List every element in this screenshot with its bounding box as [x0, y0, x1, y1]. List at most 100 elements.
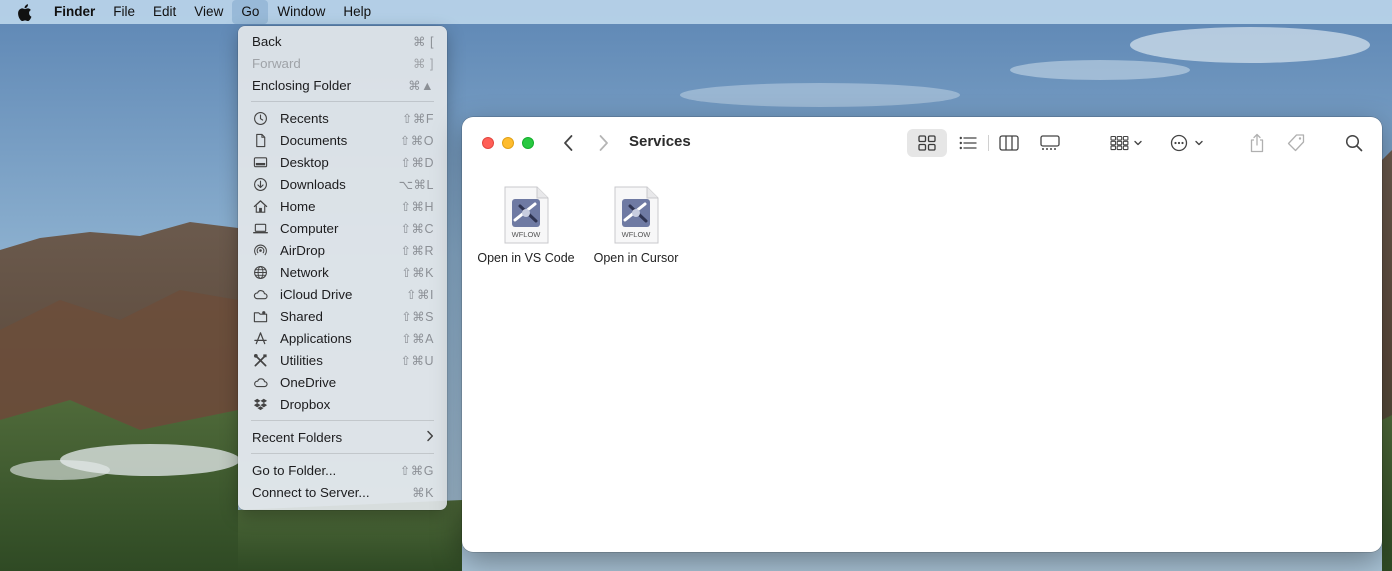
menu-item-label: iCloud Drive	[280, 286, 353, 302]
menu-item-label: Network	[280, 264, 329, 280]
menu-item-utilities[interactable]: Utilities ⇧⌘U	[238, 349, 447, 371]
menu-item-recent-folders[interactable]: Recent Folders	[238, 426, 447, 448]
menu-item-enclosing-folder[interactable]: Enclosing Folder ⌘▲	[238, 74, 447, 96]
apple-menu-icon[interactable]	[17, 0, 37, 24]
workflow-file-icon: WFLOW	[503, 186, 549, 244]
menu-item-label: Dropbox	[280, 396, 331, 412]
menu-help[interactable]: Help	[334, 0, 380, 24]
menu-item-label: Recent Folders	[252, 429, 343, 445]
menu-item-shared[interactable]: Shared ⇧⌘S	[238, 305, 447, 327]
more-actions-button[interactable]	[1169, 133, 1205, 153]
file-name: Open in Cursor	[593, 251, 679, 265]
menu-item-icloud-drive[interactable]: iCloud Drive ⇧⌘I	[238, 283, 447, 305]
finder-window: Services WFLOW Open in VS Code WFLOW Ope…	[462, 117, 1382, 552]
menu-item-recents[interactable]: Recents ⇧⌘F	[238, 107, 447, 129]
menu-item-shortcut: ⇧⌘H	[400, 199, 434, 214]
menu-item-home[interactable]: Home ⇧⌘H	[238, 195, 447, 217]
cloud-icon	[252, 286, 268, 302]
ellipsis-circle-icon	[1170, 134, 1203, 152]
list-icon	[959, 136, 977, 150]
gallery-view-button[interactable]	[1039, 134, 1061, 152]
menu-go[interactable]: Go	[232, 0, 269, 24]
icon-view-button[interactable]	[917, 134, 937, 152]
menu-app-finder[interactable]: Finder	[45, 0, 104, 24]
search-button[interactable]	[1344, 133, 1364, 153]
menu-item-dropbox[interactable]: Dropbox	[238, 393, 447, 415]
close-button[interactable]	[482, 137, 494, 149]
share-button[interactable]	[1247, 132, 1267, 154]
chevron-right-icon	[599, 135, 608, 151]
column-view-button[interactable]	[998, 134, 1020, 152]
menu-item-label: OneDrive	[280, 374, 337, 390]
menu-item-computer[interactable]: Computer ⇧⌘C	[238, 217, 447, 239]
chevron-left-icon	[564, 135, 573, 151]
menu-separator	[251, 101, 434, 102]
back-button[interactable]	[558, 133, 578, 153]
menu-item-label: Recents	[280, 110, 329, 126]
menu-item-shortcut: ⇧⌘A	[401, 331, 434, 346]
menu-item-onedrive[interactable]: OneDrive	[238, 371, 447, 393]
forward-button[interactable]	[594, 133, 614, 153]
tags-button[interactable]	[1285, 132, 1307, 154]
applications-icon	[252, 330, 268, 346]
menu-item-back[interactable]: Back ⌘ [	[238, 30, 447, 52]
workflow-file-icon: WFLOW	[613, 186, 659, 244]
menu-view[interactable]: View	[185, 0, 232, 24]
menu-item-shortcut: ⌘ ]	[413, 56, 434, 71]
menu-item-documents[interactable]: Documents ⇧⌘O	[238, 129, 447, 151]
list-view-button[interactable]	[958, 134, 978, 152]
menu-item-forward: Forward ⌘ ]	[238, 52, 447, 74]
gallery-icon	[1040, 135, 1060, 150]
menu-item-shortcut: ⌘K	[412, 485, 434, 500]
menu-edit[interactable]: Edit	[144, 0, 185, 24]
zoom-button[interactable]	[522, 137, 534, 149]
document-icon	[252, 132, 268, 148]
menu-item-shortcut: ⇧⌘C	[400, 221, 434, 236]
menu-item-label: Home	[280, 198, 316, 214]
menu-window[interactable]: Window	[268, 0, 334, 24]
menu-item-shortcut: ⌘▲	[408, 78, 434, 93]
window-title: Services	[629, 133, 691, 150]
window-toolbar: Services	[462, 117, 1382, 169]
menu-separator	[251, 453, 434, 454]
group-grid-icon	[1110, 135, 1142, 151]
menu-item-shortcut: ⌘ [	[413, 34, 434, 49]
minimize-button[interactable]	[502, 137, 514, 149]
chevron-right-icon	[426, 430, 434, 445]
menu-item-network[interactable]: Network ⇧⌘K	[238, 261, 447, 283]
menu-separator	[251, 420, 434, 421]
home-icon	[252, 198, 268, 214]
menu-item-label: Downloads	[280, 176, 346, 192]
menu-item-label: Go to Folder...	[252, 462, 337, 478]
menu-file[interactable]: File	[104, 0, 144, 24]
menu-item-shortcut: ⇧⌘G	[399, 463, 434, 478]
share-icon	[1250, 133, 1264, 153]
menu-item-desktop[interactable]: Desktop ⇧⌘D	[238, 151, 447, 173]
file-name: Open in VS Code	[477, 251, 575, 265]
file-badge: WFLOW	[622, 230, 652, 239]
menu-item-label: Applications	[280, 330, 352, 346]
menu-item-applications[interactable]: Applications ⇧⌘A	[238, 327, 447, 349]
menu-item-shortcut: ⇧⌘U	[400, 353, 434, 368]
menu-item-label: Documents	[280, 132, 348, 148]
menu-item-shortcut: ⇧⌘I	[406, 287, 434, 302]
menu-item-shortcut: ⇧⌘D	[400, 155, 434, 170]
menu-item-label: Computer	[280, 220, 339, 236]
menu-item-airdrop[interactable]: AirDrop ⇧⌘R	[238, 239, 447, 261]
group-by-button[interactable]	[1109, 134, 1145, 152]
menu-item-label: Connect to Server...	[252, 484, 370, 500]
globe-icon	[252, 264, 268, 280]
menu-bar: Finder File Edit View Go Window Help	[0, 0, 1392, 24]
menu-item-label: Desktop	[280, 154, 329, 170]
file-item-open-in-vs-code[interactable]: WFLOW Open in VS Code	[471, 186, 581, 265]
menu-item-shortcut: ⇧⌘F	[401, 111, 434, 126]
grid-icon	[918, 135, 936, 151]
menu-item-connect-to-server[interactable]: Connect to Server... ⌘K	[238, 481, 447, 503]
file-item-open-in-cursor[interactable]: WFLOW Open in Cursor	[581, 186, 691, 265]
menu-item-shortcut: ⇧⌘R	[400, 243, 434, 258]
menu-item-go-to-folder[interactable]: Go to Folder... ⇧⌘G	[238, 459, 447, 481]
clock-icon	[252, 110, 268, 126]
menu-item-downloads[interactable]: Downloads ⌥⌘L	[238, 173, 447, 195]
desktop-icon	[252, 154, 268, 170]
columns-icon	[999, 135, 1019, 151]
